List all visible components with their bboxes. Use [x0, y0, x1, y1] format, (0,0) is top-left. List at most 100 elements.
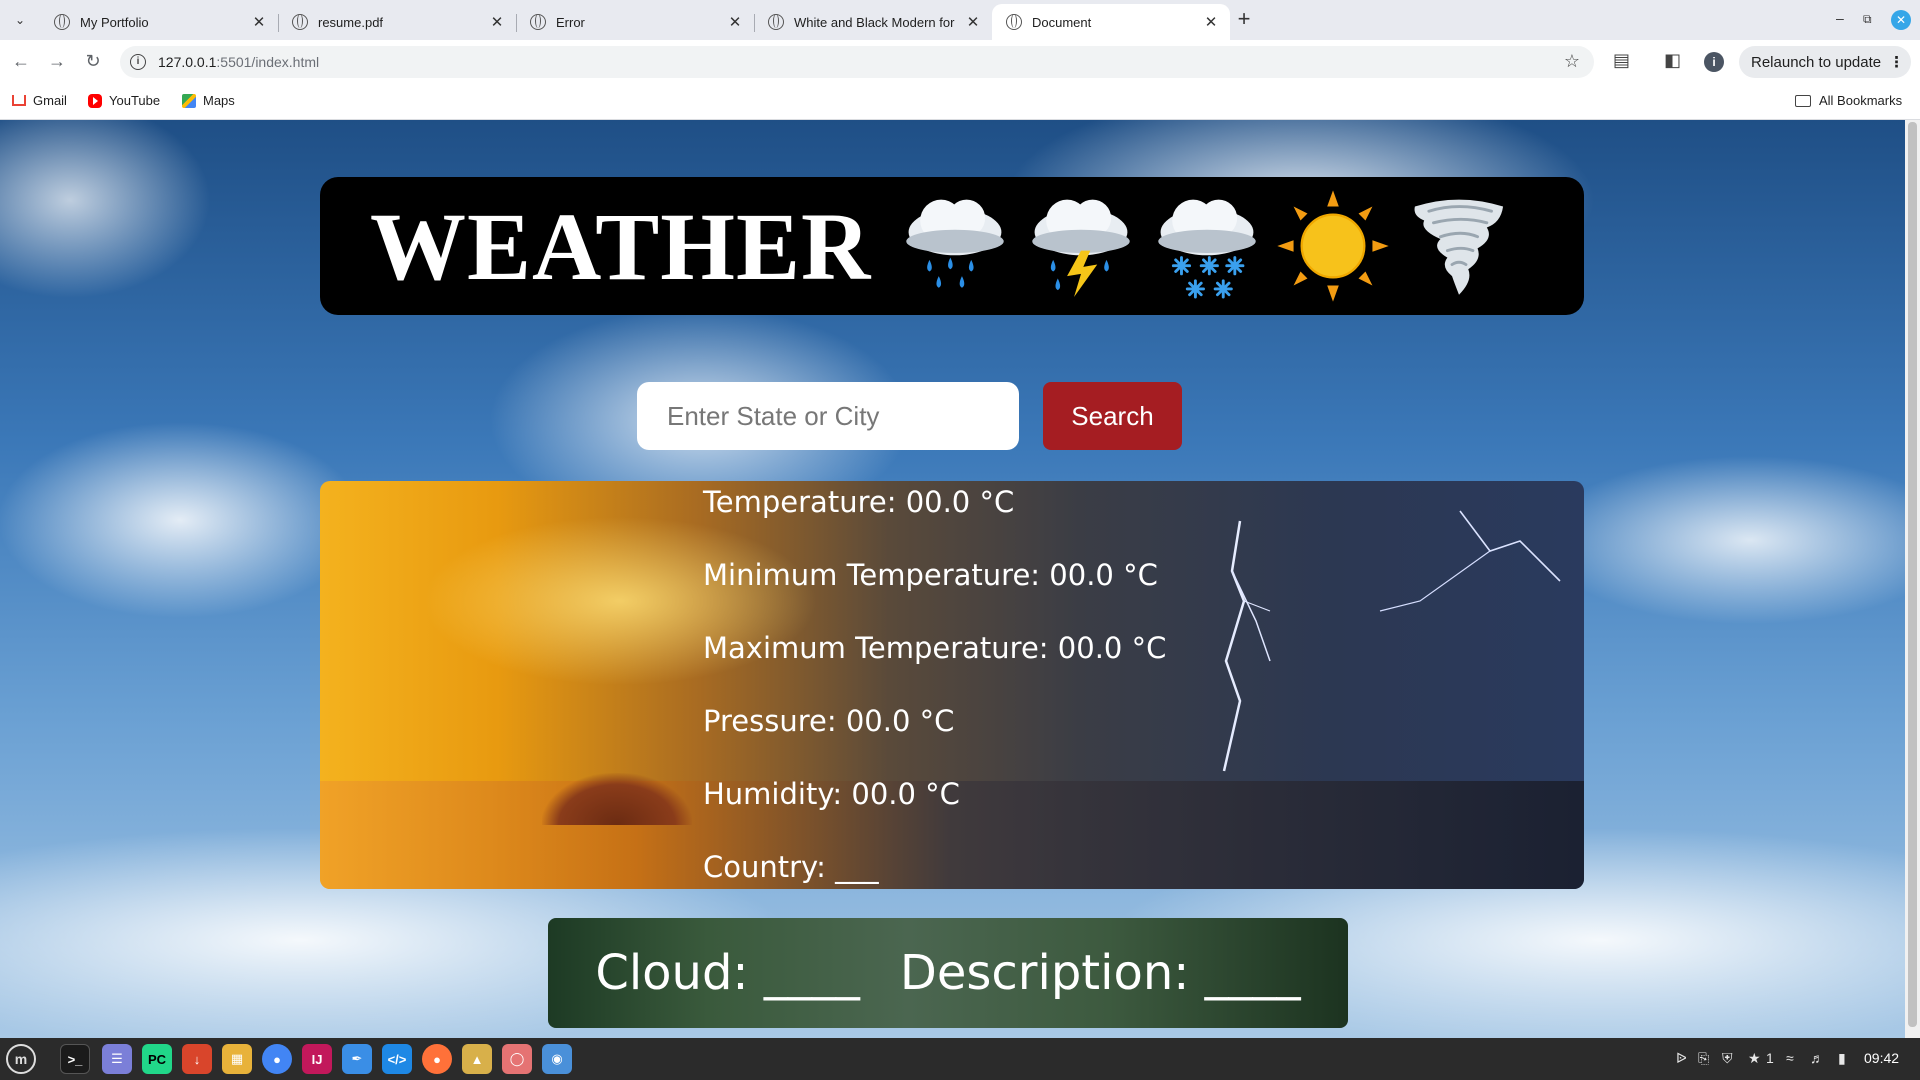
tab-my-portfolio[interactable]: My Portfolio ✕ [40, 4, 278, 40]
folder-icon [1795, 94, 1811, 107]
battery-icon[interactable]: ▮ [1838, 1050, 1846, 1067]
tab-document[interactable]: Document ✕ [992, 4, 1230, 40]
notification-icon[interactable]: ★ [1748, 1050, 1761, 1067]
all-bookmarks-button[interactable]: All Bookmarks [1795, 93, 1902, 108]
text-editor-icon[interactable]: ✒ [342, 1044, 372, 1074]
tab-title: Document [1032, 14, 1092, 30]
wifi-icon[interactable]: ≈ [1786, 1050, 1794, 1066]
banner-title: WEATHER [370, 192, 872, 300]
clock[interactable]: 09:42 [1864, 1050, 1899, 1066]
globe-icon [530, 14, 546, 30]
window-close-icon[interactable]: ✕ [1891, 10, 1911, 30]
lightning-graphic [1222, 510, 1561, 772]
tab-title: White and Black Modern for [794, 14, 955, 30]
screenshot-icon[interactable]: ◉ [542, 1044, 572, 1074]
notification-count: 1 [1766, 1050, 1774, 1066]
minimize-icon[interactable]: – [1836, 10, 1844, 26]
tab-search-icon[interactable]: ⌄ [8, 9, 32, 31]
tab-resume[interactable]: resume.pdf ✕ [278, 4, 516, 40]
terminal-icon[interactable]: >_ [60, 1044, 90, 1074]
volume-icon[interactable]: ♬ [1810, 1050, 1824, 1066]
tab-title: Error [556, 14, 585, 30]
new-tab-button[interactable]: + [1232, 6, 1256, 32]
tornado-icon [1414, 199, 1504, 295]
close-icon[interactable]: ✕ [250, 13, 268, 31]
site-info-icon[interactable]: i [130, 54, 146, 70]
max-temperature-text: Maximum Temperature: 00.0 °C [703, 631, 1167, 665]
weather-info-card: Temperature: 00.0 °C Minimum Temperature… [320, 481, 1584, 889]
rain-cloud-icon [906, 199, 1005, 288]
address-bar[interactable]: i 127.0.0.1:5501/index.html ☆ [120, 46, 1594, 78]
tab-title: My Portfolio [80, 14, 149, 30]
close-icon[interactable]: ✕ [964, 13, 982, 31]
globe-icon [768, 14, 784, 30]
vscode-icon[interactable]: </> [382, 1044, 412, 1074]
bookmarks-bar: Gmail YouTube Maps All Bookmarks [0, 84, 1920, 120]
page-scrollbar[interactable] [1905, 120, 1920, 1038]
tab-title: resume.pdf [318, 14, 384, 30]
restore-icon[interactable]: ⧉ [1863, 12, 1872, 27]
scrollbar-thumb[interactable] [1908, 122, 1917, 1027]
globe-icon [1006, 14, 1022, 30]
firefox-icon[interactable]: ● [422, 1044, 452, 1074]
description-text: Description: ____ [899, 945, 1301, 1001]
bookmark-label: Gmail [33, 93, 67, 108]
pressure-text: Pressure: 00.0 °C [703, 704, 955, 738]
forward-icon[interactable]: → [46, 51, 68, 72]
files-icon[interactable]: ▦ [222, 1044, 252, 1074]
cloud-text: Cloud: ____ [595, 945, 860, 1001]
menu-dots-icon: ⋮ [1889, 54, 1905, 71]
tab-error[interactable]: Error ✕ [516, 4, 754, 40]
cloud-description-card: Cloud: ____ Description: ____ [548, 918, 1348, 1028]
pycharm-icon[interactable]: PC [142, 1044, 172, 1074]
snow-cloud-icon [1158, 199, 1257, 299]
maps-icon [182, 93, 196, 108]
url-text[interactable]: 127.0.0.1:5501/index.html [158, 54, 319, 70]
globe-icon [292, 14, 308, 30]
all-bookmarks-label: All Bookmarks [1819, 93, 1903, 108]
bookmark-youtube[interactable]: YouTube [88, 93, 160, 108]
back-icon[interactable]: ← [10, 51, 32, 72]
shield-icon[interactable]: ⛨ [1722, 1050, 1733, 1067]
relaunch-label: Relaunch to update [1751, 53, 1882, 71]
page-viewport: WEATHER Enter State or City Search Tempe… [0, 120, 1905, 1038]
close-icon[interactable]: ✕ [488, 13, 506, 31]
globe-icon [54, 14, 70, 30]
chrome-icon[interactable]: ● [262, 1044, 292, 1074]
relaunch-button[interactable]: Relaunch to update ⋮ [1739, 46, 1911, 78]
os-taskbar: m >_ ☰ PC ↓ ▦ ● IJ ✒ </> ● ▲ ◯ ◉ ᐉ ⎘ ⛨ ★… [0, 1038, 1920, 1080]
bookmark-star-icon[interactable]: ☆ [1564, 51, 1580, 72]
sun-icon [1277, 190, 1389, 302]
close-icon[interactable]: ✕ [1202, 13, 1220, 31]
viewer-icon[interactable]: ◯ [502, 1044, 532, 1074]
gmail-icon [12, 95, 26, 106]
start-menu-icon[interactable]: m [6, 1044, 36, 1074]
min-temperature-text: Minimum Temperature: 00.0 °C [703, 558, 1158, 592]
bookmark-label: Maps [203, 93, 235, 108]
tab-white-black-modern[interactable]: White and Black Modern for ✕ [754, 4, 992, 40]
close-icon[interactable]: ✕ [726, 13, 744, 31]
bookmark-label: YouTube [109, 93, 161, 108]
side-panel-icon[interactable]: ◧ [1664, 50, 1681, 71]
search-button[interactable]: Search [1043, 382, 1182, 450]
tab-strip: ⌄ My Portfolio ✕ resume.pdf ✕ Error ✕ Wh… [0, 0, 1920, 40]
city-search-input[interactable] [637, 382, 1019, 450]
humidity-text: Humidity: 00.0 °C [703, 777, 960, 811]
notes-icon[interactable]: ☰ [102, 1044, 132, 1074]
reload-icon[interactable]: ↻ [82, 51, 104, 72]
bookmark-maps[interactable]: Maps [182, 93, 235, 108]
temperature-text: Temperature: 00.0 °C [703, 485, 1015, 519]
browser-toolbar: ← → ↻ i 127.0.0.1:5501/index.html ☆ ▤ ◧ … [0, 40, 1920, 84]
bookmark-gmail[interactable]: Gmail [12, 93, 67, 108]
archive-icon[interactable]: ▲ [462, 1044, 492, 1074]
intellij-icon[interactable]: IJ [302, 1044, 332, 1074]
profile-icon[interactable]: i [1704, 52, 1724, 72]
downloader-icon[interactable]: ↓ [182, 1044, 212, 1074]
bluetooth-icon[interactable]: ᐉ [1676, 1050, 1687, 1067]
weather-banner: WEATHER [320, 177, 1584, 315]
extensions-icon[interactable]: ▤ [1613, 50, 1630, 71]
thunder-cloud-icon [1032, 199, 1131, 298]
youtube-icon [88, 93, 102, 108]
clipboard-icon[interactable]: ⎘ [1698, 1050, 1709, 1067]
weather-icons [897, 188, 1517, 304]
